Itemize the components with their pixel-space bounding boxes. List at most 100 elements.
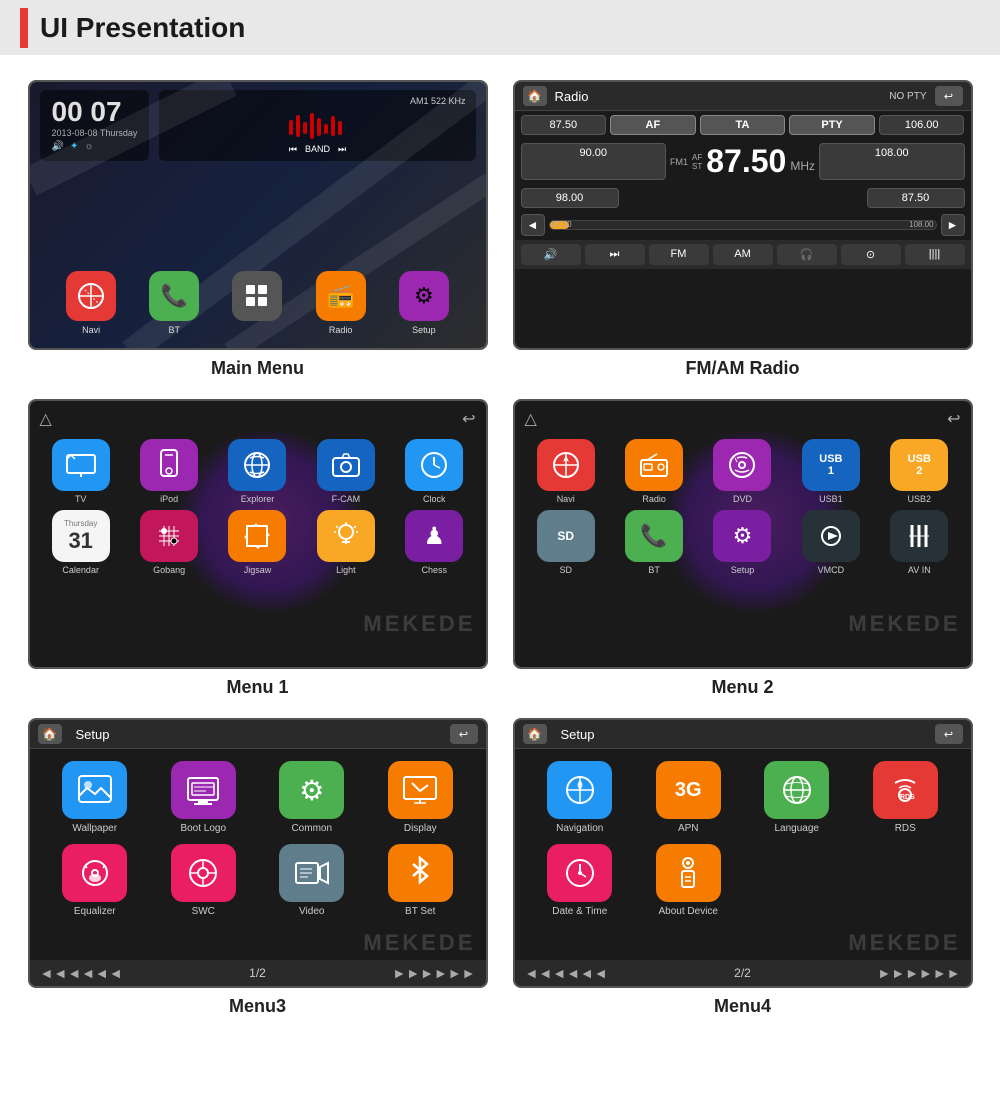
- s5-page-indicator: 1/2: [123, 966, 393, 980]
- menu-app-ipod[interactable]: iPod: [128, 439, 210, 504]
- m2-app-bt[interactable]: 📞 BT: [613, 510, 695, 575]
- s2-am-btn[interactable]: AM: [713, 244, 773, 265]
- screen-main-menu[interactable]: 00 07 2013-08-08 Thursday 🔊 ✦ ☼ AM1 522 …: [28, 80, 488, 350]
- menu-app-clock[interactable]: Clock: [393, 439, 475, 504]
- setup-common[interactable]: ⚙ Common: [263, 761, 362, 834]
- s5-home-btn[interactable]: 🏠: [38, 724, 62, 744]
- m2-app-usb2[interactable]: USB 2 USB2: [878, 439, 960, 504]
- s2-prev-btn[interactable]: ⏭: [585, 244, 645, 265]
- cell-menu1: △ ↩: [15, 389, 500, 708]
- m2-setup-icon: ⚙: [713, 510, 771, 562]
- bootlogo-icon: [171, 761, 236, 819]
- s2-freq-row-3: 98.00 87.50: [515, 184, 971, 212]
- setup-btset[interactable]: BT Set: [371, 844, 470, 917]
- display-label: Display: [404, 823, 437, 834]
- m2-app-setup[interactable]: ⚙ Setup: [701, 510, 783, 575]
- bootlogo-svg: [186, 774, 220, 806]
- chess-piece-icon: ♟: [424, 522, 446, 551]
- setup-language[interactable]: Language: [748, 761, 847, 834]
- s2-freq-90[interactable]: 90.00: [521, 143, 667, 180]
- screen-menu3[interactable]: 🏠 Setup ↩ Wallpaper: [28, 718, 488, 988]
- s2-slider-track[interactable]: 87.50 108.00: [549, 220, 937, 230]
- s2-freq-108[interactable]: 108.00: [819, 143, 965, 180]
- menu-app-jigsaw[interactable]: Jigsaw: [216, 510, 298, 575]
- setup-wallpaper[interactable]: Wallpaper: [46, 761, 145, 834]
- s2-freq-106[interactable]: 106.00: [879, 115, 965, 135]
- app-bt[interactable]: 📞 BT: [149, 271, 199, 335]
- ipod-icon: [140, 439, 198, 491]
- s2-slider-right-btn[interactable]: ►: [941, 214, 965, 236]
- m2-app-radio[interactable]: Radio: [613, 439, 695, 504]
- setup-apn[interactable]: 3G APN: [639, 761, 738, 834]
- setup-equalizer[interactable]: Equalizer: [46, 844, 145, 917]
- screen-fm-radio[interactable]: 🏠 Radio NO PTY ↩ 87.50 AF TA PTY 106.00 …: [513, 80, 973, 350]
- s2-freq-98[interactable]: 98.00: [521, 188, 619, 208]
- s2-freq-87[interactable]: 87.50: [521, 115, 607, 135]
- m2-radio-label: Radio: [642, 494, 666, 504]
- s2-home-btn[interactable]: 🏠: [523, 86, 547, 106]
- radio-icon: 📻: [327, 283, 354, 309]
- screen-menu1[interactable]: △ ↩: [28, 399, 488, 669]
- watermark-4: MEKEDE: [848, 930, 960, 956]
- s2-fm-btn[interactable]: FM: [649, 244, 709, 265]
- caption-fm-radio: FM/AM Radio: [686, 358, 800, 379]
- menu-app-light[interactable]: Light: [305, 510, 387, 575]
- video-svg: [294, 859, 330, 887]
- s3-home-icon: △: [40, 409, 52, 429]
- s2-headphone-btn[interactable]: 🎧: [777, 244, 837, 265]
- menu-app-tv[interactable]: TV: [40, 439, 122, 504]
- s2-volume-btn[interactable]: 🔊: [521, 244, 581, 265]
- setup-navigation[interactable]: Navigation: [531, 761, 630, 834]
- m2-dvd-label: DVD: [733, 494, 752, 504]
- screen-menu2[interactable]: △ ↩ N: [513, 399, 973, 669]
- bt-label: BT: [169, 325, 181, 335]
- menu-app-calendar[interactable]: Thursday 31 Calendar: [40, 510, 122, 575]
- setup-datetime[interactable]: Date & Time: [531, 844, 630, 917]
- s6-back-btn[interactable]: ↩: [935, 724, 963, 744]
- s6-prev-nav[interactable]: ◄◄◄◄◄◄: [525, 965, 608, 981]
- setup-bootlogo[interactable]: Boot Logo: [154, 761, 253, 834]
- s2-signal-btn[interactable]: ||||: [905, 244, 965, 265]
- setup-display[interactable]: Display: [371, 761, 470, 834]
- m2-app-usb1[interactable]: USB 1 USB1: [790, 439, 872, 504]
- m2-app-vmcd[interactable]: VMCD: [790, 510, 872, 575]
- app-grid[interactable]: [232, 271, 282, 335]
- jigsaw-svg: [242, 521, 272, 551]
- menu-app-explorer[interactable]: Explorer: [216, 439, 298, 504]
- s2-back-btn[interactable]: ↩: [935, 86, 963, 106]
- menu-app-gobang[interactable]: Gobang: [128, 510, 210, 575]
- m2-vmcd-icon: [802, 510, 860, 562]
- s6-home-btn[interactable]: 🏠: [523, 724, 547, 744]
- app-navi[interactable]: Navi: [66, 271, 116, 335]
- s5-back-btn[interactable]: ↩: [450, 724, 478, 744]
- m2-app-sd[interactable]: SD SD: [525, 510, 607, 575]
- s6-next-nav[interactable]: ►►►►►►: [877, 965, 960, 981]
- screen-menu4[interactable]: 🏠 Setup ↩ Navi: [513, 718, 973, 988]
- s2-af-btn[interactable]: AF: [610, 115, 696, 135]
- s2-source-btn[interactable]: ⊙: [841, 244, 901, 265]
- s2-ta-btn[interactable]: TA: [700, 115, 786, 135]
- setup-video[interactable]: Video: [263, 844, 362, 917]
- app-radio[interactable]: 📻 Radio: [316, 271, 366, 335]
- menu-app-fcam[interactable]: F-CAM: [305, 439, 387, 504]
- s2-freq-row-2: 90.00 FM1 AF ST 87.50 MHz 108.00: [515, 139, 971, 184]
- m2-usb2-label-top: USB: [908, 453, 931, 465]
- s2-slider-left-btn[interactable]: ◄: [521, 214, 545, 236]
- s5-next-nav[interactable]: ►►►►►►: [392, 965, 475, 981]
- s2-freq-8750[interactable]: 87.50: [867, 188, 965, 208]
- m2-app-avin[interactable]: AV IN: [878, 510, 960, 575]
- m2-app-navi[interactable]: Navi: [525, 439, 607, 504]
- setup-swc[interactable]: SWC: [154, 844, 253, 917]
- app-setup[interactable]: ⚙ Setup: [399, 271, 449, 335]
- m2-app-dvd[interactable]: DVD: [701, 439, 783, 504]
- fcam-label[interactable]: F-CAM: [332, 494, 361, 504]
- s5-prev-nav[interactable]: ◄◄◄◄◄◄: [40, 965, 123, 981]
- apn-text: 3G: [675, 779, 702, 802]
- setup-icon-bg: ⚙: [399, 271, 449, 321]
- setup-aboutdevice[interactable]: About Device: [639, 844, 738, 917]
- menu-app-chess[interactable]: ♟ Chess: [393, 510, 475, 575]
- s2-pty-btn[interactable]: PTY: [789, 115, 875, 135]
- s4-home-icon: △: [525, 409, 537, 429]
- setup-rds[interactable]: RDS RDS: [856, 761, 955, 834]
- gobang-label: Gobang: [153, 565, 185, 575]
